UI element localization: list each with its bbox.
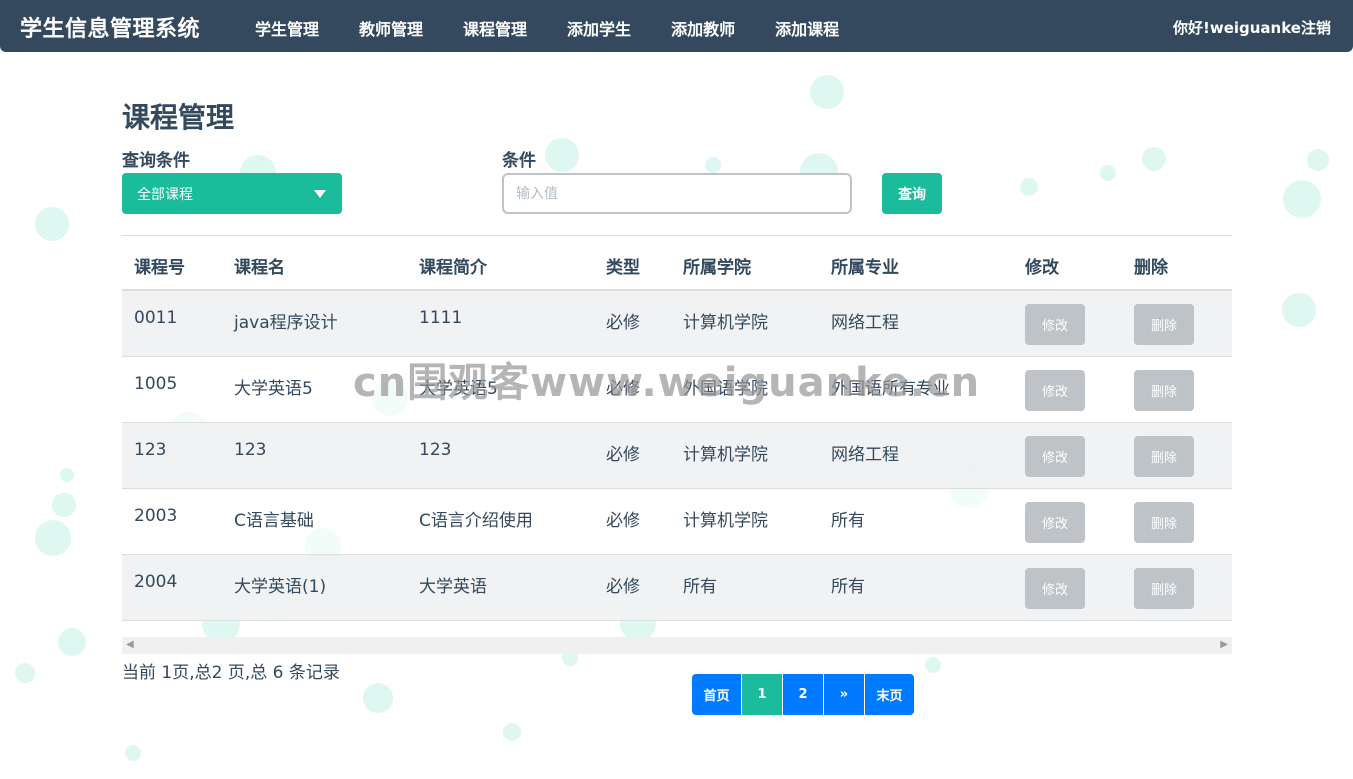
header-college: 所属学院 (683, 258, 751, 278)
cell-type: 必修 (606, 379, 640, 399)
greeting-text: 你好!weiguanke (1173, 19, 1301, 37)
first-page-button[interactable]: 首页 (692, 674, 741, 715)
cell-type: 必修 (606, 511, 640, 531)
cell-course-id: 2003 (134, 506, 178, 526)
user-area: 你好!weiguanke注销 (1173, 17, 1331, 38)
delete-button[interactable]: 删除 (1134, 436, 1194, 477)
nav-menu: 学生管理 教师管理 课程管理 添加学生 添加教师 添加课程 (255, 16, 879, 40)
cell-course-id: 1005 (134, 374, 178, 394)
header-course-id: 课程号 (134, 258, 185, 278)
delete-button[interactable]: 删除 (1134, 370, 1194, 411)
nav-item-course-management[interactable]: 课程管理 (463, 16, 527, 40)
cell-course-name: 大学英语5 (234, 379, 313, 399)
cell-course-name: java程序设计 (234, 313, 338, 333)
nav-item-student-management[interactable]: 学生管理 (255, 16, 319, 40)
cell-major: 网络工程 (831, 313, 899, 333)
table-row: 1005 大学英语5 大学英语5 必修 外国语学院 外国语所有专业 修改 删除 (122, 357, 1232, 423)
header-type: 类型 (606, 258, 640, 278)
header-delete: 删除 (1134, 258, 1168, 278)
cell-major: 网络工程 (831, 445, 899, 465)
header-edit: 修改 (1025, 258, 1059, 278)
pagination-summary: 当前 1页,总2 页,总 6 条记录 (122, 663, 340, 683)
page-title: 课程管理 (122, 101, 235, 134)
last-page-button[interactable]: 末页 (865, 674, 914, 715)
scroll-right-icon[interactable]: ▶ (1220, 639, 1228, 650)
condition-select-value: 全部课程 (137, 186, 193, 203)
cell-major: 所有 (831, 577, 865, 597)
cell-course-id: 2004 (134, 572, 178, 592)
table-header: 课程号 课程名 课程简介 类型 所属学院 所属专业 修改 删除 (122, 235, 1232, 291)
nav-item-add-teacher[interactable]: 添加教师 (671, 16, 735, 40)
header-major: 所属专业 (831, 258, 899, 278)
edit-button[interactable]: 修改 (1025, 568, 1085, 609)
edit-button[interactable]: 修改 (1025, 502, 1085, 543)
cell-college: 计算机学院 (683, 313, 768, 333)
cell-major: 外国语所有专业 (831, 379, 950, 399)
condition-value-input[interactable] (502, 173, 852, 214)
value-label: 条件 (502, 151, 536, 171)
scroll-left-icon[interactable]: ◀ (126, 639, 134, 650)
cell-major: 所有 (831, 511, 865, 531)
course-table: 课程号 课程名 课程简介 类型 所属学院 所属专业 修改 删除 0011 jav… (122, 235, 1232, 621)
cell-course-intro: C语言介绍使用 (419, 511, 533, 531)
cell-college: 外国语学院 (683, 379, 768, 399)
cell-college: 计算机学院 (683, 511, 768, 531)
edit-button[interactable]: 修改 (1025, 370, 1085, 411)
table-row: 123 123 123 必修 计算机学院 网络工程 修改 删除 (122, 423, 1232, 489)
query-button[interactable]: 查询 (882, 173, 942, 214)
app-title[interactable]: 学生信息管理系统 (20, 11, 200, 43)
cell-course-name: 123 (234, 440, 267, 460)
delete-button[interactable]: 删除 (1134, 304, 1194, 345)
cell-course-intro: 大学英语5 (419, 379, 498, 399)
edit-button[interactable]: 修改 (1025, 304, 1085, 345)
header-course-intro: 课程简介 (419, 258, 487, 278)
top-navbar: 学生信息管理系统 学生管理 教师管理 课程管理 添加学生 添加教师 添加课程 你… (0, 0, 1353, 52)
cell-type: 必修 (606, 313, 640, 333)
cell-course-intro: 大学英语 (419, 577, 487, 597)
nav-item-teacher-management[interactable]: 教师管理 (359, 16, 423, 40)
cell-course-name: C语言基础 (234, 511, 314, 531)
logout-link[interactable]: 注销 (1301, 19, 1331, 37)
condition-label: 查询条件 (122, 151, 190, 171)
cell-type: 必修 (606, 577, 640, 597)
next-page-button[interactable]: » (824, 674, 864, 715)
pagination: 首页 1 2 » 末页 (692, 674, 914, 715)
table-row: 2004 大学英语(1) 大学英语 必修 所有 所有 修改 删除 (122, 555, 1232, 621)
cell-course-intro: 1111 (419, 308, 463, 328)
table-row: 2003 C语言基础 C语言介绍使用 必修 计算机学院 所有 修改 删除 (122, 489, 1232, 555)
table-row: 0011 java程序设计 1111 必修 计算机学院 网络工程 修改 删除 (122, 291, 1232, 357)
page-2-button[interactable]: 2 (783, 674, 823, 715)
cell-college: 计算机学院 (683, 445, 768, 465)
nav-item-add-student[interactable]: 添加学生 (567, 16, 631, 40)
cell-college: 所有 (683, 577, 717, 597)
caret-down-icon (314, 190, 326, 198)
cell-course-id: 123 (134, 440, 167, 460)
header-course-name: 课程名 (234, 258, 285, 278)
horizontal-scrollbar[interactable]: ◀ ▶ (122, 637, 1232, 654)
cell-course-intro: 123 (419, 440, 452, 460)
edit-button[interactable]: 修改 (1025, 436, 1085, 477)
nav-item-add-course[interactable]: 添加课程 (775, 16, 839, 40)
page-1-button[interactable]: 1 (742, 674, 782, 715)
cell-type: 必修 (606, 445, 640, 465)
cell-course-id: 0011 (134, 308, 178, 328)
condition-select[interactable]: 全部课程 (122, 173, 342, 214)
delete-button[interactable]: 删除 (1134, 502, 1194, 543)
cell-course-name: 大学英语(1) (234, 577, 327, 597)
delete-button[interactable]: 删除 (1134, 568, 1194, 609)
